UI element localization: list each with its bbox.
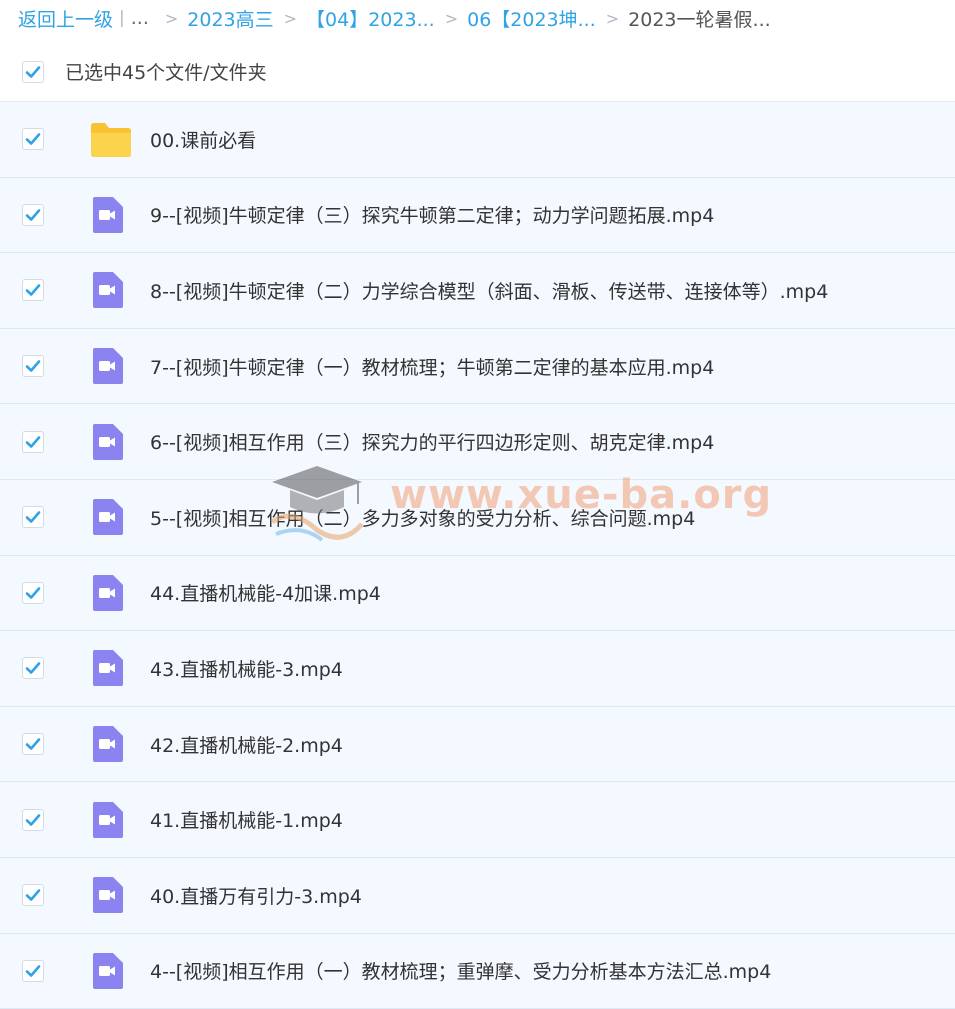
back-link[interactable]: 返回上一级	[18, 6, 113, 31]
breadcrumb-item[interactable]: 【04】2023...	[306, 6, 435, 31]
chevron-right-icon: >	[283, 8, 298, 28]
breadcrumb-ellipsis[interactable]: ...	[131, 7, 149, 29]
check-icon	[25, 511, 41, 524]
file-row[interactable]: 4--[视频]相互作用（一）教材梳理；重弹摩、受力分析基本方法汇总.mp4	[0, 933, 955, 1009]
check-icon	[25, 662, 41, 675]
video-icon	[89, 648, 125, 688]
row-checkbox[interactable]	[22, 355, 44, 378]
folder-icon	[89, 120, 133, 158]
file-name[interactable]: 7--[视频]牛顿定律（一）教材梳理；牛顿第二定律的基本应用.mp4	[150, 353, 714, 380]
check-icon	[25, 209, 41, 221]
file-name[interactable]: 5--[视频]相互作用（二）多力多对象的受力分析、综合问题.mp4	[150, 504, 695, 531]
file-name[interactable]: 9--[视频]牛顿定律（三）探究牛顿第二定律；动力学问题拓展.mp4	[150, 201, 714, 228]
check-icon	[25, 587, 41, 599]
file-row[interactable]: 6--[视频]相互作用（三）探究力的平行四边形定则、胡克定律.mp4	[0, 404, 955, 480]
video-icon	[89, 346, 125, 386]
row-checkbox[interactable]	[22, 884, 44, 907]
row-checkbox[interactable]	[22, 279, 44, 302]
file-name[interactable]: 4--[视频]相互作用（一）教材梳理；重弹摩、受力分析基本方法汇总.mp4	[150, 957, 771, 984]
check-icon	[25, 813, 41, 826]
row-checkbox[interactable]	[22, 808, 44, 831]
file-name[interactable]: 42.直播机械能-2.mp4	[150, 731, 343, 758]
video-icon	[89, 800, 125, 840]
row-checkbox[interactable]	[22, 430, 44, 453]
select-all-bar: 已选中45个文件/文件夹	[0, 42, 955, 102]
file-list: 00.课前必看 9--[视频]牛顿定律（三）探究牛顿第二定律；动力学问题拓展.mp…	[0, 102, 955, 1009]
file-name[interactable]: 6--[视频]相互作用（三）探究力的平行四边形定则、胡克定律.mp4	[150, 428, 714, 455]
breadcrumb-current: 2023一轮暑假...	[628, 8, 771, 31]
chevron-right-icon: >	[444, 8, 459, 28]
select-all-checkbox[interactable]	[22, 60, 44, 83]
selection-count-label: 已选中45个文件/文件夹	[65, 62, 267, 84]
file-row[interactable]: 44.直播机械能-4加课.mp4	[0, 555, 955, 632]
file-row[interactable]: 7--[视频]牛顿定律（一）教材梳理；牛顿第二定律的基本应用.mp4	[0, 328, 955, 405]
file-row[interactable]: 40.直播万有引力-3.mp4	[0, 857, 955, 934]
breadcrumb: 返回上一级 | ... > 2023高三 > 【04】2023... > 06【…	[18, 6, 948, 30]
chevron-right-icon: >	[605, 8, 620, 28]
row-checkbox[interactable]	[22, 959, 44, 982]
file-name[interactable]: 44.直播机械能-4加课.mp4	[150, 579, 381, 606]
video-icon	[89, 270, 125, 310]
video-icon	[89, 875, 125, 915]
file-name[interactable]: 8--[视频]牛顿定律（二）力学综合模型（斜面、滑板、传送带、连接体等）.mp4	[150, 277, 828, 304]
check-icon	[25, 284, 41, 297]
check-icon	[25, 965, 41, 977]
video-icon	[89, 195, 125, 235]
file-row[interactable]: 5--[视频]相互作用（二）多力多对象的受力分析、综合问题.mp4	[0, 479, 955, 556]
row-checkbox[interactable]	[22, 506, 44, 529]
row-checkbox[interactable]	[22, 733, 44, 756]
video-icon	[89, 497, 125, 537]
check-icon	[25, 360, 41, 372]
video-icon	[89, 573, 125, 613]
breadcrumb-item[interactable]: 2023高三	[187, 6, 273, 31]
file-row[interactable]: 41.直播机械能-1.mp4	[0, 782, 955, 858]
check-icon	[25, 133, 41, 146]
file-name[interactable]: 41.直播机械能-1.mp4	[150, 806, 343, 833]
chevron-right-icon: >	[164, 8, 179, 28]
file-name[interactable]: 40.直播万有引力-3.mp4	[150, 882, 362, 909]
video-icon	[89, 422, 125, 462]
row-checkbox[interactable]	[22, 203, 44, 226]
check-icon	[25, 65, 41, 78]
breadcrumb-divider: |	[119, 8, 125, 28]
file-name[interactable]: 00.课前必看	[150, 126, 256, 153]
file-row[interactable]: 43.直播机械能-3.mp4	[0, 631, 955, 707]
video-icon	[89, 724, 125, 764]
check-icon	[25, 889, 41, 902]
file-row[interactable]: 9--[视频]牛顿定律（三）探究牛顿第二定律；动力学问题拓展.mp4	[0, 177, 955, 254]
row-checkbox[interactable]	[22, 581, 44, 604]
check-icon	[25, 738, 41, 750]
check-icon	[25, 435, 41, 448]
file-row[interactable]: 42.直播机械能-2.mp4	[0, 706, 955, 783]
row-checkbox[interactable]	[22, 657, 44, 680]
video-icon	[89, 951, 125, 991]
folder-row[interactable]: 00.课前必看	[0, 102, 955, 178]
file-row[interactable]: 8--[视频]牛顿定律（二）力学综合模型（斜面、滑板、传送带、连接体等）.mp4	[0, 253, 955, 329]
row-checkbox[interactable]	[22, 128, 44, 151]
breadcrumb-item[interactable]: 06【2023坤...	[467, 6, 596, 31]
file-name[interactable]: 43.直播机械能-3.mp4	[150, 655, 343, 682]
